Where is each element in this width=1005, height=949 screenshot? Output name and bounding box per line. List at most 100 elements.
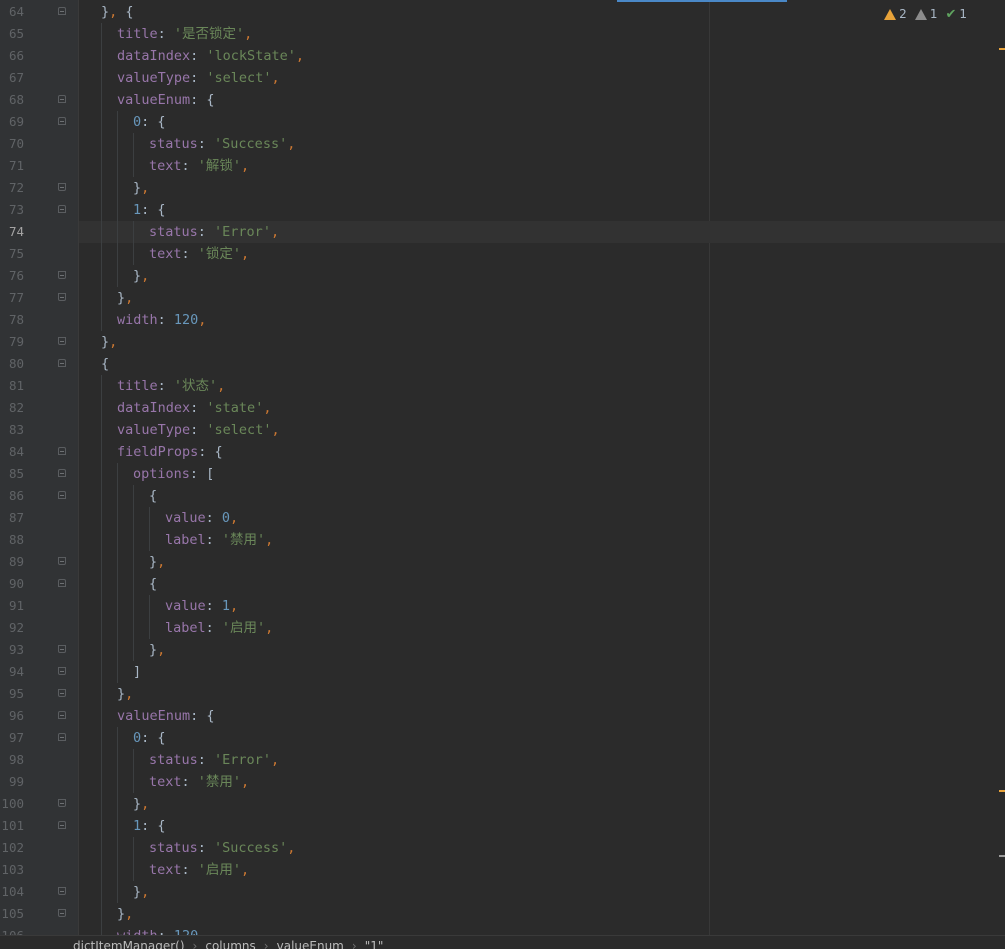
fold-expand-icon[interactable] [58, 821, 66, 829]
code-lines[interactable]: 64}, {65 title: '是否锁定', 66 dataIndex: 'lock… [0, 1, 1005, 935]
fold-collapse-icon[interactable] [58, 667, 66, 675]
error-stripe[interactable] [999, 0, 1005, 935]
code-text[interactable]: dataIndex: 'lockState', [117, 45, 304, 67]
code-line[interactable]: 100}, [0, 793, 1005, 815]
code-line[interactable]: 74 status: 'Error', [0, 221, 1005, 243]
fold-expand-icon[interactable] [58, 447, 66, 455]
scroll-marker[interactable] [999, 48, 1005, 50]
code-line[interactable]: 64}, { [0, 1, 1005, 23]
code-line[interactable]: 90 { [0, 573, 1005, 595]
code-line[interactable]: 87 value: 0, [0, 507, 1005, 529]
fold-collapse-icon[interactable] [58, 909, 66, 917]
code-line[interactable]: 106 width: 120 [0, 925, 1005, 935]
code-editor[interactable]: 64}, {65 title: '是否锁定', 66 dataIndex: 'lock… [0, 0, 1005, 935]
fold-collapse-icon[interactable] [58, 887, 66, 895]
fold-expand-icon[interactable] [58, 359, 66, 367]
typo-indicator[interactable]: ✔ 1 [945, 7, 967, 22]
code-line[interactable]: 75 text: '锁定', [0, 243, 1005, 265]
code-text[interactable]: status: 'Success', [149, 133, 295, 155]
fold-expand-icon[interactable] [58, 469, 66, 477]
fold-collapse-icon[interactable] [58, 183, 66, 191]
code-text[interactable]: text: '锁定', [149, 243, 249, 265]
code-text[interactable]: }, [133, 265, 149, 287]
code-line[interactable]: 71 text: '解锁', [0, 155, 1005, 177]
fold-collapse-icon[interactable] [58, 293, 66, 301]
code-line[interactable]: 72}, [0, 177, 1005, 199]
code-text[interactable]: }, [133, 881, 149, 903]
fold-expand-icon[interactable] [58, 95, 66, 103]
code-line[interactable]: 80 { [0, 353, 1005, 375]
code-text[interactable]: dataIndex: 'state', [117, 397, 271, 419]
code-text[interactable]: label: '禁用', [165, 529, 273, 551]
code-text[interactable]: }, [149, 551, 165, 573]
code-line[interactable]: 91 value: 1, [0, 595, 1005, 617]
code-line[interactable]: 98 status: 'Error', [0, 749, 1005, 771]
fold-expand-icon[interactable] [58, 733, 66, 741]
warnings-indicator[interactable]: 2 [884, 7, 907, 21]
code-text[interactable]: valueEnum: { [117, 705, 215, 727]
fold-expand-icon[interactable] [58, 711, 66, 719]
code-text[interactable]: 0: { [133, 111, 166, 133]
code-text[interactable]: value: 0, [165, 507, 238, 529]
code-text[interactable]: value: 1, [165, 595, 238, 617]
fold-collapse-icon[interactable] [58, 645, 66, 653]
code-line[interactable]: 68 valueEnum: { [0, 89, 1005, 111]
fold-expand-icon[interactable] [58, 579, 66, 587]
code-line[interactable]: 97 0: { [0, 727, 1005, 749]
code-text[interactable]: }, [133, 793, 149, 815]
code-text[interactable]: fieldProps: { [117, 441, 223, 463]
fold-collapse-icon[interactable] [58, 799, 66, 807]
code-line[interactable]: 76}, [0, 265, 1005, 287]
code-text[interactable]: text: '启用', [149, 859, 249, 881]
code-text[interactable]: { [101, 353, 109, 375]
code-line[interactable]: 69 0: { [0, 111, 1005, 133]
code-text[interactable]: options: [ [133, 463, 214, 485]
code-line[interactable]: 67 valueType: 'select', [0, 67, 1005, 89]
code-line[interactable]: 104}, [0, 881, 1005, 903]
code-text[interactable]: 0: { [133, 727, 166, 749]
fold-expand-icon[interactable] [58, 7, 66, 15]
code-text[interactable]: title: '状态', [117, 375, 225, 397]
code-text[interactable]: 1: { [133, 199, 166, 221]
code-line[interactable]: 96 valueEnum: { [0, 705, 1005, 727]
code-text[interactable]: ] [133, 661, 141, 683]
code-text[interactable]: text: '禁用', [149, 771, 249, 793]
code-text[interactable]: }, [101, 331, 117, 353]
code-text[interactable]: width: 120 [117, 925, 198, 935]
fold-collapse-icon[interactable] [58, 337, 66, 345]
code-line[interactable]: 89}, [0, 551, 1005, 573]
code-text[interactable]: }, [117, 683, 133, 705]
code-line[interactable]: 93}, [0, 639, 1005, 661]
code-text[interactable]: status: 'Error', [149, 221, 279, 243]
code-line[interactable]: 77}, [0, 287, 1005, 309]
code-text[interactable]: }, [117, 287, 133, 309]
code-line[interactable]: 70 status: 'Success', [0, 133, 1005, 155]
code-line[interactable]: 79}, [0, 331, 1005, 353]
code-text[interactable]: valueType: 'select', [117, 67, 280, 89]
code-line[interactable]: 88 label: '禁用', [0, 529, 1005, 551]
code-line[interactable]: 66 dataIndex: 'lockState', [0, 45, 1005, 67]
code-line[interactable]: 101 1: { [0, 815, 1005, 837]
fold-collapse-icon[interactable] [58, 689, 66, 697]
code-line[interactable]: 81 title: '状态', [0, 375, 1005, 397]
code-text[interactable]: }, [149, 639, 165, 661]
code-line[interactable]: 83 valueType: 'select', [0, 419, 1005, 441]
fold-expand-icon[interactable] [58, 117, 66, 125]
code-text[interactable]: label: '启用', [165, 617, 273, 639]
code-line[interactable]: 92 label: '启用', [0, 617, 1005, 639]
code-line[interactable]: 85 options: [ [0, 463, 1005, 485]
code-text[interactable]: }, [117, 903, 133, 925]
code-line[interactable]: 84 fieldProps: { [0, 441, 1005, 463]
code-text[interactable]: { [149, 485, 157, 507]
code-line[interactable]: 86 { [0, 485, 1005, 507]
code-text[interactable]: valueType: 'select', [117, 419, 280, 441]
code-text[interactable]: title: '是否锁定', [117, 23, 252, 45]
fold-expand-icon[interactable] [58, 491, 66, 499]
code-text[interactable]: valueEnum: { [117, 89, 215, 111]
code-line[interactable]: 105}, [0, 903, 1005, 925]
code-line[interactable]: 102 status: 'Success', [0, 837, 1005, 859]
scroll-marker[interactable] [999, 855, 1005, 857]
fold-collapse-icon[interactable] [58, 557, 66, 565]
code-line[interactable]: 99 text: '禁用', [0, 771, 1005, 793]
fold-expand-icon[interactable] [58, 205, 66, 213]
